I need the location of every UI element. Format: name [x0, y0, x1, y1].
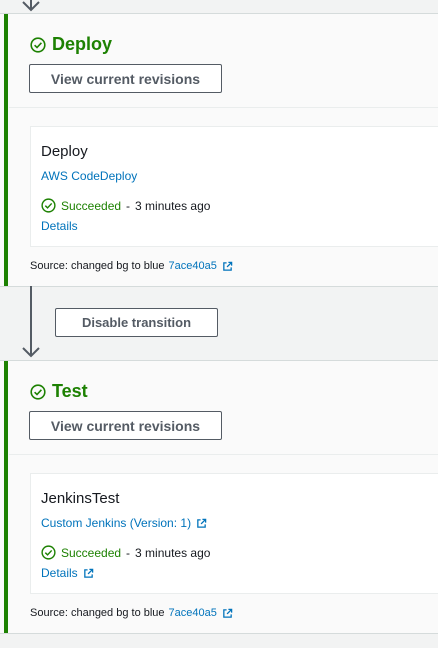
stage-status-bar: [4, 361, 8, 633]
action-status: Succeeded - 3 minutes ago: [41, 545, 210, 560]
status-time: 3 minutes ago: [135, 545, 211, 560]
status-time: 3 minutes ago: [135, 198, 211, 213]
details-label[interactable]: Details: [41, 219, 78, 233]
action-provider-label[interactable]: AWS CodeDeploy: [41, 169, 137, 183]
action-name: Deploy: [41, 143, 88, 160]
stage-divider: [9, 107, 438, 108]
details-label[interactable]: Details: [41, 566, 78, 580]
action-name: JenkinsTest: [41, 490, 120, 507]
view-current-revisions-button[interactable]: View current revisions: [29, 64, 222, 93]
details-link[interactable]: Details: [41, 566, 94, 580]
stage-title: Deploy: [30, 34, 112, 55]
status-text: Succeeded: [61, 198, 122, 213]
stage-title: Test: [30, 381, 88, 402]
view-current-revisions-button[interactable]: View current revisions: [29, 411, 222, 440]
source-text: Source: changed bg to blue: [30, 260, 165, 272]
status-text: Succeeded: [61, 545, 122, 560]
source-info: Source: changed bg to blue 7ace40a5: [30, 607, 233, 619]
action-provider-label[interactable]: Custom Jenkins (Version: 1): [41, 516, 191, 530]
disable-transition-button[interactable]: Disable transition: [55, 308, 218, 337]
action-card-deploy: Deploy AWS CodeDeploy Succeeded - 3 minu…: [30, 126, 438, 247]
external-link-icon[interactable]: [222, 608, 233, 619]
status-separator: -: [126, 198, 131, 213]
action-provider-link[interactable]: AWS CodeDeploy: [41, 169, 137, 183]
stage-name: Test: [52, 381, 88, 401]
stage-name: Deploy: [52, 34, 113, 54]
commit-link[interactable]: 7ace40a5: [169, 607, 217, 619]
action-status: Succeeded - 3 minutes ago: [41, 198, 210, 213]
external-link-icon[interactable]: [83, 568, 94, 579]
transition-arrow-top: [22, 0, 40, 12]
external-link-icon[interactable]: [196, 518, 207, 529]
external-link-icon[interactable]: [222, 261, 233, 272]
check-circle-icon: [41, 198, 56, 213]
check-circle-icon: [41, 545, 56, 560]
check-circle-icon: [30, 383, 46, 400]
action-card-jenkinstest: JenkinsTest Custom Jenkins (Version: 1) …: [30, 473, 438, 594]
stage-deploy: Deploy View current revisions Deploy AWS…: [0, 13, 438, 287]
source-info: Source: changed bg to blue 7ace40a5: [30, 260, 233, 272]
source-text: Source: changed bg to blue: [30, 607, 165, 619]
commit-link[interactable]: 7ace40a5: [169, 260, 217, 272]
check-circle-icon: [30, 36, 46, 53]
transition-arrow: [22, 286, 40, 358]
action-provider-link[interactable]: Custom Jenkins (Version: 1): [41, 516, 207, 530]
stage-test: Test View current revisions JenkinsTest …: [0, 360, 438, 634]
stage-divider: [9, 454, 438, 455]
status-separator: -: [126, 545, 131, 560]
stage-status-bar: [4, 14, 8, 286]
details-link[interactable]: Details: [41, 219, 78, 233]
